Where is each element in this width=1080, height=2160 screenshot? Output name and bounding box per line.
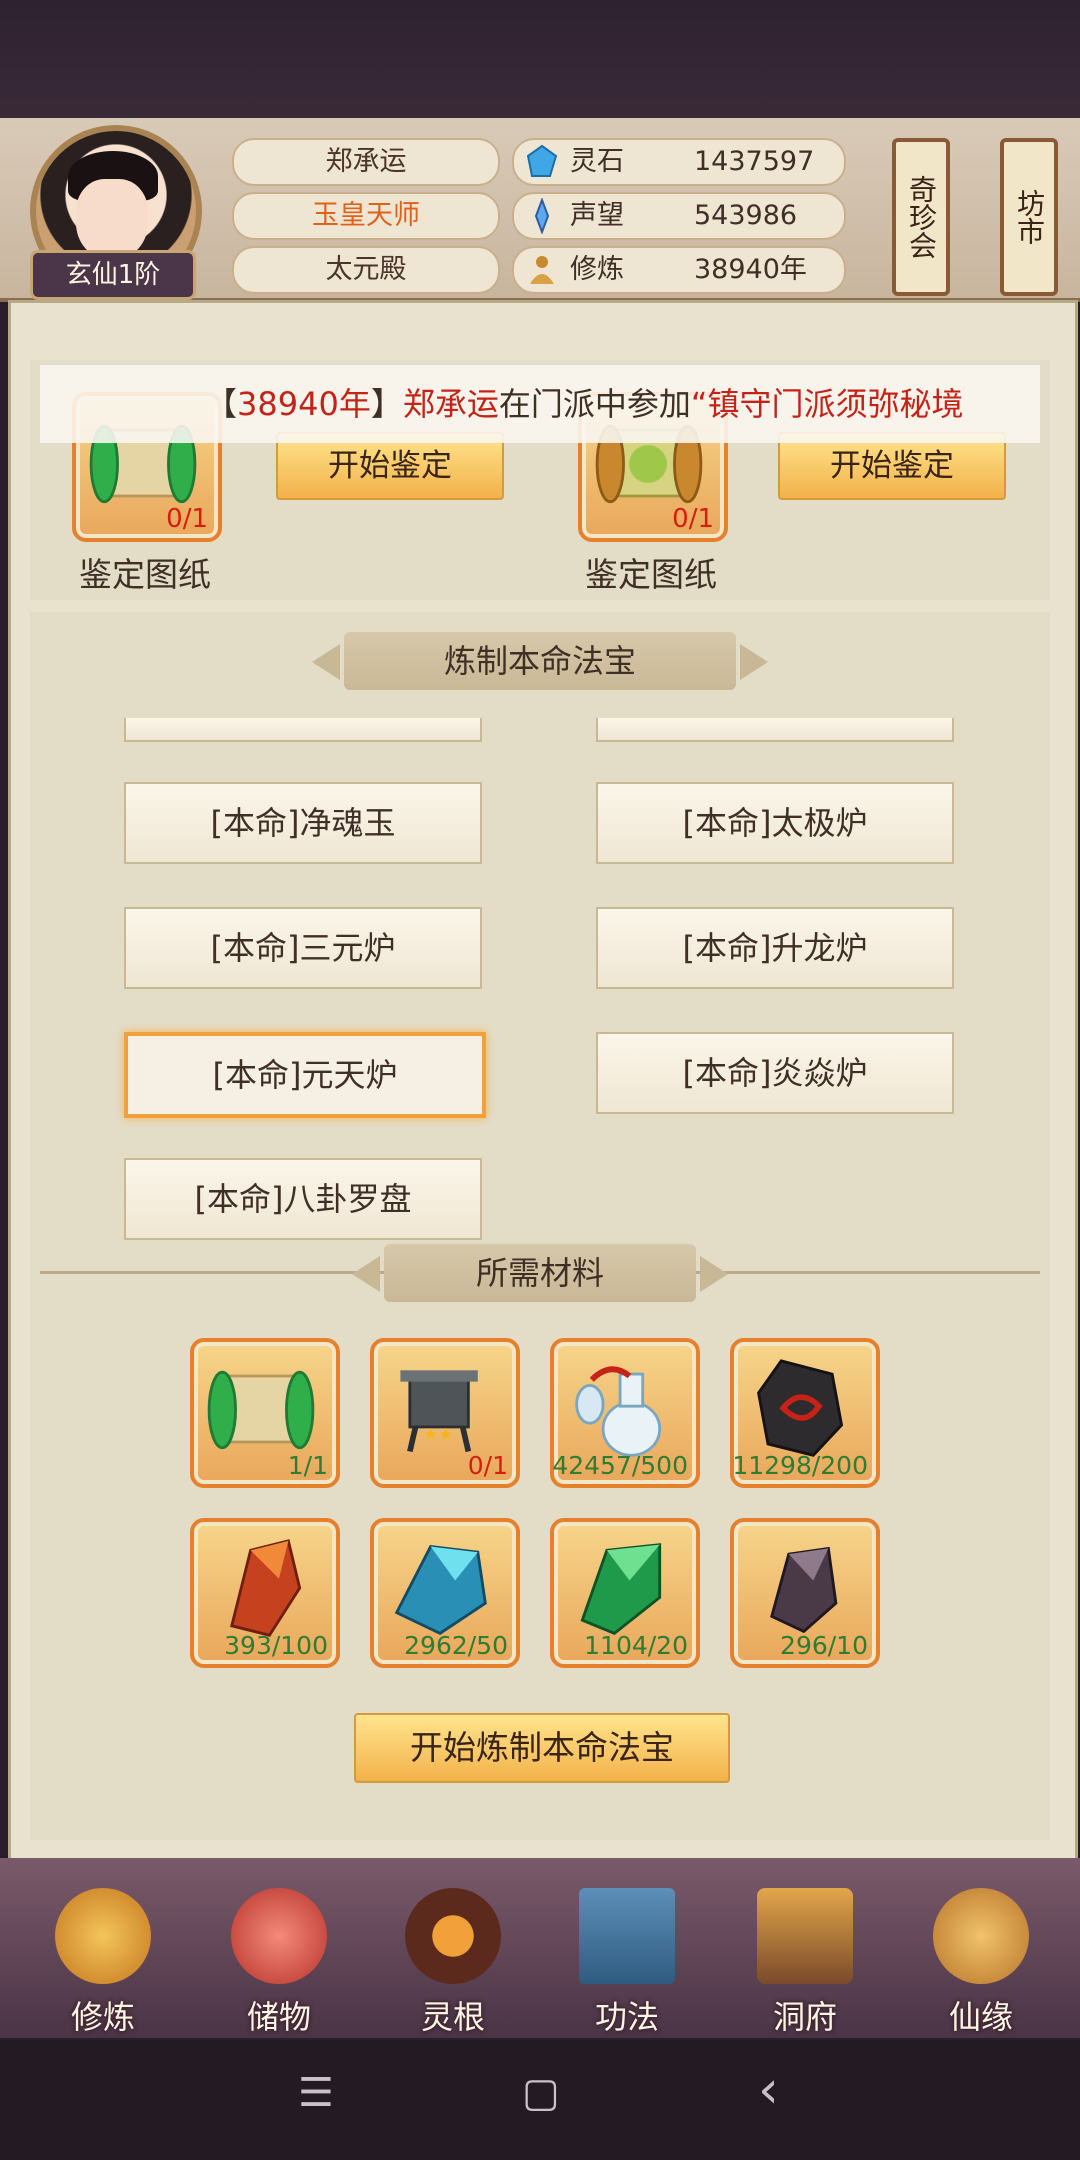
materials-title-banner: 所需材料 xyxy=(352,1244,728,1302)
nav-fate[interactable]: 仙缘 xyxy=(906,1878,1056,2048)
back-icon[interactable]: ‹ xyxy=(758,2060,779,2120)
item-yuantian-furnace-selected[interactable]: [本命]元天炉 xyxy=(124,1032,486,1118)
cultivate-icon xyxy=(55,1888,151,1984)
item-shenglong-furnace[interactable]: [本命]升龙炉 xyxy=(596,907,954,989)
announcement-ticker: 【38940年】郑承运在门派中参加“镇守门派须弥秘境 xyxy=(40,365,1040,443)
realm-badge: 玄仙1阶 xyxy=(30,250,196,300)
material-scroll[interactable]: 1/1 xyxy=(190,1338,340,1488)
ticker-name: 郑承运 xyxy=(402,385,499,423)
spirit-root-icon xyxy=(405,1888,501,1984)
blueprint-label-2: 鉴定图纸 xyxy=(585,555,717,594)
nav-cultivate[interactable]: 修炼 xyxy=(28,1878,178,2048)
market-button[interactable]: 坊市 xyxy=(1000,138,1058,296)
resource-spirit-stone: 灵石 1437597 xyxy=(512,138,846,186)
reputation-icon xyxy=(534,198,550,234)
material-count: 1104/20 xyxy=(584,1631,688,1660)
resource-reputation: 声望 543986 xyxy=(512,192,846,240)
ticker-bracket: 【 xyxy=(205,385,238,423)
ticker-text: 在门派中参加 xyxy=(498,385,691,423)
resource-label: 灵石 xyxy=(570,146,624,177)
blueprint-count: 0/1 xyxy=(166,504,208,534)
cultivation-icon xyxy=(530,256,554,284)
material-count: 42457/500 xyxy=(552,1451,688,1480)
gourd-icon xyxy=(933,1888,1029,1984)
left-ornament-icon xyxy=(312,644,340,680)
material-count: 2962/50 xyxy=(404,1631,508,1660)
resource-cultivation: 修炼 38940年 xyxy=(512,246,846,294)
player-name: 郑承运 xyxy=(232,138,500,186)
home-icon[interactable]: ▢ xyxy=(522,2070,560,2116)
ticker-year: 38940年 xyxy=(237,385,371,423)
bag-icon xyxy=(231,1888,327,1984)
material-blue-crystal[interactable]: 2962/50 xyxy=(370,1518,520,1668)
material-count: 393/100 xyxy=(224,1631,328,1660)
resource-label: 声望 xyxy=(570,200,624,231)
item-yanyan-furnace[interactable]: [本命]炎焱炉 xyxy=(596,1032,954,1114)
palace-icon xyxy=(757,1888,853,1984)
nav-label: 仙缘 xyxy=(948,1998,1013,2036)
start-forge-button[interactable]: 开始炼制本命法宝 xyxy=(354,1713,730,1783)
material-vase[interactable]: 42457/500 xyxy=(550,1338,700,1488)
nav-spirit-root[interactable]: 灵根 xyxy=(378,1878,528,2048)
forge-title-banner: 炼制本命法宝 xyxy=(312,632,768,690)
right-ornament-icon xyxy=(700,1256,728,1292)
treasure-fair-button[interactable]: 奇珍会 xyxy=(892,138,950,296)
materials-title: 所需材料 xyxy=(384,1244,696,1302)
item-bagua-compass[interactable]: [本命]八卦罗盘 xyxy=(124,1158,482,1240)
material-purple-crystal[interactable]: 296/10 xyxy=(730,1518,880,1668)
nav-label: 灵根 xyxy=(420,1998,485,2036)
resource-label: 修炼 xyxy=(570,254,624,285)
player-title: 玉皇天师 xyxy=(232,192,500,240)
svg-text:★★: ★★ xyxy=(423,1425,453,1445)
resource-value: 543986 xyxy=(694,200,798,231)
resource-value: 1437597 xyxy=(694,146,815,177)
item-jinghun-jade[interactable]: [本命]净魂玉 xyxy=(124,782,482,864)
material-cauldron[interactable]: ★★ 0/1 xyxy=(370,1338,520,1488)
material-count: 296/10 xyxy=(780,1631,868,1660)
book-icon xyxy=(579,1888,675,1984)
nav-cave[interactable]: 洞府 xyxy=(730,1878,880,2048)
spirit-stone-icon xyxy=(526,144,558,177)
blueprint-label-1: 鉴定图纸 xyxy=(79,555,211,594)
nav-storage[interactable]: 储物 xyxy=(204,1878,354,2048)
forge-title: 炼制本命法宝 xyxy=(344,632,736,690)
material-count: 11298/200 xyxy=(732,1451,868,1480)
item-row-partial xyxy=(596,718,954,742)
ticker-bracket: 】 xyxy=(370,385,403,423)
nav-skills[interactable]: 功法 xyxy=(552,1878,702,2048)
right-ornament-icon xyxy=(740,644,768,680)
item-row-partial xyxy=(124,718,482,742)
item-sanyuan-furnace[interactable]: [本命]三元炉 xyxy=(124,907,482,989)
material-green-crystal[interactable]: 1104/20 xyxy=(550,1518,700,1668)
menu-icon[interactable]: ☰ xyxy=(298,2070,334,2116)
nav-label: 储物 xyxy=(246,1998,311,2036)
left-ornament-icon xyxy=(352,1256,380,1292)
item-taiji-furnace[interactable]: [本命]太极炉 xyxy=(596,782,954,864)
player-sect: 太元殿 xyxy=(232,246,500,294)
material-count: 1/1 xyxy=(287,1451,328,1480)
nav-label: 洞府 xyxy=(772,1998,837,2036)
material-count: 0/1 xyxy=(467,1451,508,1480)
material-red-crystal[interactable]: 393/100 xyxy=(190,1518,340,1668)
nav-label: 功法 xyxy=(594,1998,659,2036)
ticker-quote: “镇守门派须弥秘境 xyxy=(690,385,964,423)
material-dark-stone[interactable]: 11298/200 xyxy=(730,1338,880,1488)
resource-value: 38940年 xyxy=(694,254,807,285)
status-bar xyxy=(0,0,1080,120)
nav-label: 修炼 xyxy=(70,1998,135,2036)
blueprint-count: 0/1 xyxy=(672,504,714,534)
